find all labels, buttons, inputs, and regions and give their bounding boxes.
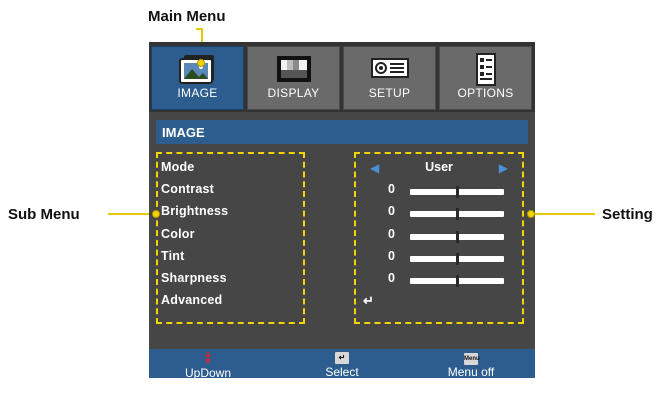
tab-setup-label: SETUP <box>368 86 411 100</box>
main-menu-leader-horizontal <box>196 28 203 30</box>
checklist-icon <box>475 53 496 86</box>
tab-options[interactable]: OPTIONS <box>439 46 532 110</box>
tab-image-label: IMAGE <box>177 86 218 100</box>
tab-options-label: OPTIONS <box>457 86 514 100</box>
tab-image[interactable]: IMAGE <box>151 46 244 110</box>
tab-display-label: DISPLAY <box>267 86 320 100</box>
main-menu-dot <box>197 59 205 67</box>
setting-leader <box>531 213 595 215</box>
setting-callout: Setting <box>602 206 653 223</box>
menu-key-icon: Menu <box>464 353 480 365</box>
sub-menu-dot <box>152 210 160 218</box>
main-menu-tabbar: IMAGE DISPLAY SETUP OPTIONS <box>149 42 535 112</box>
hint-menu-off: Menu Menu off <box>431 350 511 378</box>
tab-display[interactable]: DISPLAY <box>247 46 340 110</box>
hint-updown-label: UpDown <box>184 366 232 378</box>
setting-dot <box>527 210 535 218</box>
hint-bar: ▲ ▼ UpDown ↵ Select Menu Menu off <box>149 349 535 378</box>
up-down-arrows-icon: ▲ ▼ <box>203 349 213 366</box>
setting-highlight-box <box>354 152 524 324</box>
hint-select: ↵ Select <box>302 350 382 378</box>
tab-setup[interactable]: SETUP <box>343 46 436 110</box>
osd-menu-panel: IMAGE DISPLAY SETUP OPTIONS IMAGE Mode C… <box>149 42 535 378</box>
projector-icon <box>370 58 409 78</box>
sub-menu-callout: Sub Menu <box>8 206 80 223</box>
hint-select-label: Select <box>325 365 359 378</box>
hint-updown: ▲ ▼ UpDown <box>168 349 248 379</box>
hint-menu-off-label: Menu off <box>447 365 495 378</box>
section-header: IMAGE <box>156 120 528 144</box>
section-title: IMAGE <box>162 125 205 140</box>
display-screen-icon <box>276 56 311 82</box>
main-menu-callout: Main Menu <box>148 8 226 25</box>
image-photo-icon <box>178 55 214 84</box>
sub-menu-highlight-box <box>156 152 305 324</box>
enter-key-icon: ↵ <box>335 352 349 364</box>
